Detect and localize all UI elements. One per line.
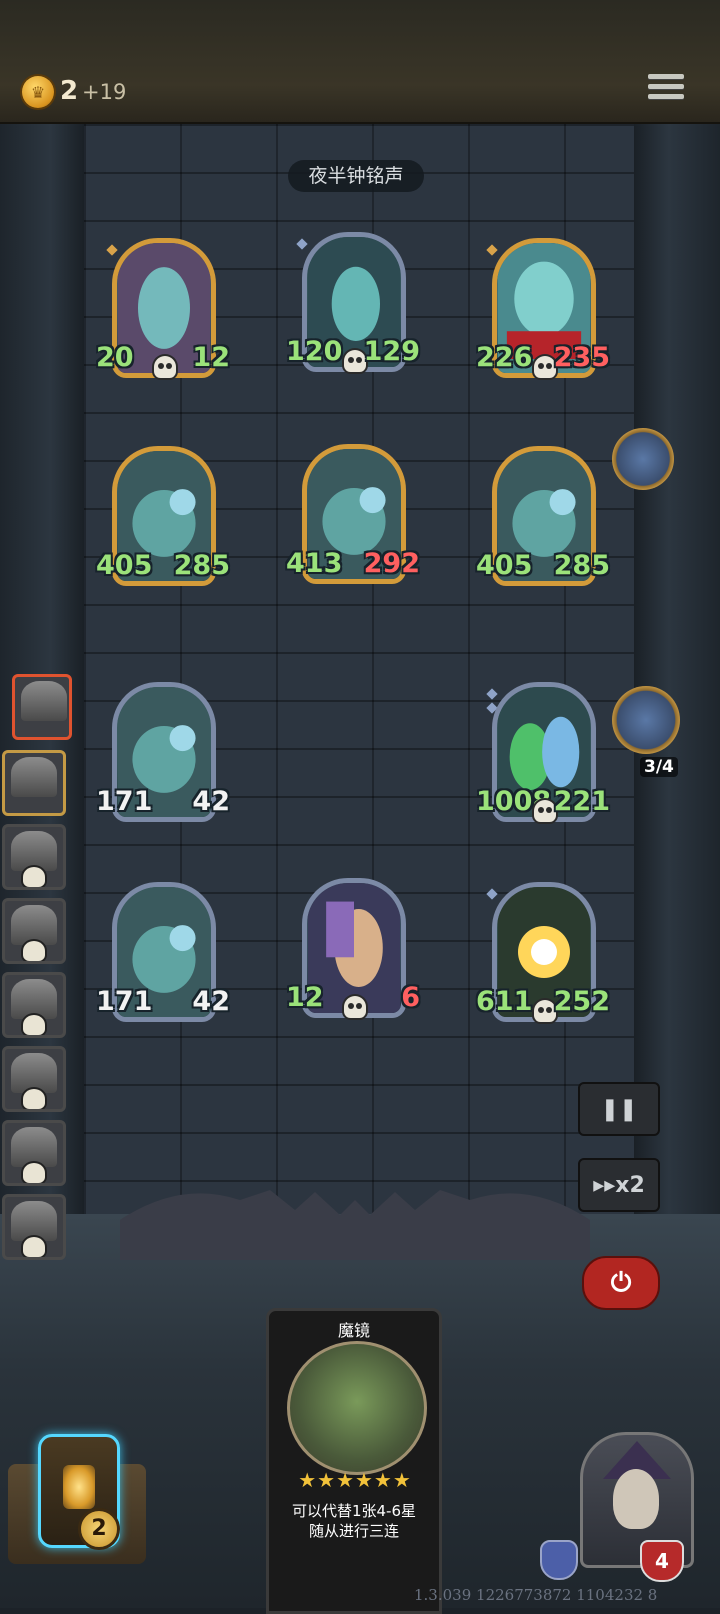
skull-icon (23, 1015, 45, 1035)
minion-attack: 413 (286, 548, 343, 579)
skull-icon (23, 941, 45, 961)
tier-gem-icon (486, 688, 498, 700)
enemy-minion[interactable]: 413 292 (286, 444, 420, 594)
star-rating: ★★★★★★ (298, 1468, 412, 1492)
minion-health: 285 (553, 550, 610, 581)
version-text: 1.3.039 1226773872 1104232 8 (414, 1586, 658, 1604)
power-icon: ⏻ (610, 1267, 632, 1298)
pocket-watch-icon (612, 428, 674, 490)
minion-attack: 611 (476, 986, 533, 1017)
opponent-slot[interactable] (2, 898, 66, 964)
hero-avatar (11, 831, 57, 871)
minion-health: 6 (401, 982, 420, 1013)
enemy-minion[interactable]: 405 285 (476, 446, 610, 596)
hero-avatar (11, 1127, 57, 1167)
card-name: 魔镜 (337, 1321, 370, 1340)
opponent-slot[interactable] (2, 972, 66, 1038)
tier-gem-icon (106, 244, 118, 256)
surrender-button[interactable]: ⏻ (582, 1256, 660, 1310)
minion-health: 12 (192, 342, 230, 373)
minion-attack: 171 (96, 786, 153, 817)
opponent-slot[interactable] (2, 1046, 66, 1112)
hand-card[interactable]: 魔镜 ★★★★★★ 可以代替1张4-6星 随从进行三连 (266, 1308, 442, 1614)
minion-health: 42 (192, 786, 230, 817)
minion-health: 235 (553, 342, 610, 373)
minion-health: 221 (553, 786, 610, 817)
plague-doctor-avatar (21, 681, 67, 721)
skull-icon (23, 1163, 45, 1183)
skull-icon (23, 1089, 45, 1109)
minion-attack: 120 (286, 336, 343, 367)
pause-icon: ❚❚ (600, 1096, 638, 1122)
pause-button[interactable]: ❚❚ (578, 1082, 660, 1136)
hero-avatar (11, 979, 57, 1019)
minion-attack: 171 (96, 986, 153, 1017)
menu-button[interactable] (648, 74, 684, 108)
gold-amount: 2 (60, 76, 79, 106)
opponent-slot-active[interactable] (12, 674, 72, 740)
tier-gem-icon (486, 888, 498, 900)
minion-health: 285 (173, 550, 230, 581)
crown-coin-icon: ♛ (22, 76, 54, 108)
minion-attack: 12 (286, 982, 324, 1013)
wizard-face (613, 1469, 659, 1529)
enemy-minion[interactable]: 120 129 (286, 232, 420, 382)
player-minion[interactable]: 171 42 (96, 882, 230, 1032)
player-minion[interactable]: 1008 221 (476, 682, 610, 832)
tier-gem-icon (486, 244, 498, 256)
minion-health: 292 (363, 548, 420, 579)
card-description: 可以代替1张4-6星 随从进行三连 (275, 1501, 433, 1541)
player-health: 4 (640, 1540, 684, 1582)
wizard-avatar (11, 757, 57, 797)
hamburger-menu-icon (648, 74, 684, 79)
player-minion[interactable]: 611 252 (476, 882, 610, 1032)
enemy-minion[interactable]: 226 235 (476, 238, 610, 388)
skull-icon (154, 356, 176, 378)
magic-mirror-art (287, 1341, 427, 1475)
enemy-minion[interactable]: 405 285 (96, 446, 230, 596)
speed-button[interactable]: ▸▸ x2 (578, 1158, 660, 1212)
round-timer-watch-icon (612, 686, 680, 754)
minion-attack: 20 (96, 342, 134, 373)
top-bar: ♛ 2 +19 (0, 0, 720, 125)
speed-label: x2 (615, 1172, 645, 1198)
skull-icon (344, 996, 366, 1018)
board-title: 夜半钟铭声 (288, 160, 424, 192)
fast-forward-icon: ▸▸ (593, 1172, 616, 1198)
bat-ledge (120, 1190, 590, 1260)
minion-health: 42 (192, 986, 230, 1017)
armor-shield-icon (540, 1540, 578, 1580)
hero-avatar (11, 1053, 57, 1093)
opponent-slot[interactable] (2, 1194, 66, 1260)
tavern-tier-badge: 2 (78, 1508, 120, 1550)
minion-attack: 226 (476, 342, 533, 373)
card-description-line: 随从进行三连 (308, 1522, 399, 1540)
minion-health: 252 (553, 986, 610, 1017)
opponent-slot[interactable] (2, 1120, 66, 1186)
lantern-icon (63, 1465, 95, 1509)
player-minion[interactable]: 12 6 (286, 878, 420, 1028)
minion-health: 129 (363, 336, 420, 367)
skull-icon (23, 867, 45, 887)
minion-attack: 405 (96, 550, 153, 581)
hero-avatar (11, 905, 57, 945)
gold-income: +19 (82, 80, 127, 104)
player-minion[interactable]: 171 42 (96, 682, 230, 832)
round-counter: 3/4 (640, 757, 678, 777)
opponent-slot[interactable] (2, 824, 66, 890)
skull-icon (23, 1237, 45, 1257)
enemy-minion[interactable]: 20 12 (96, 238, 230, 388)
opponent-slot-self[interactable] (2, 750, 66, 816)
hero-avatar (11, 1201, 57, 1241)
minion-attack: 405 (476, 550, 533, 581)
card-description-line: 可以代替1张4-6星 (291, 1502, 417, 1520)
tier-gem-icon (296, 238, 308, 250)
